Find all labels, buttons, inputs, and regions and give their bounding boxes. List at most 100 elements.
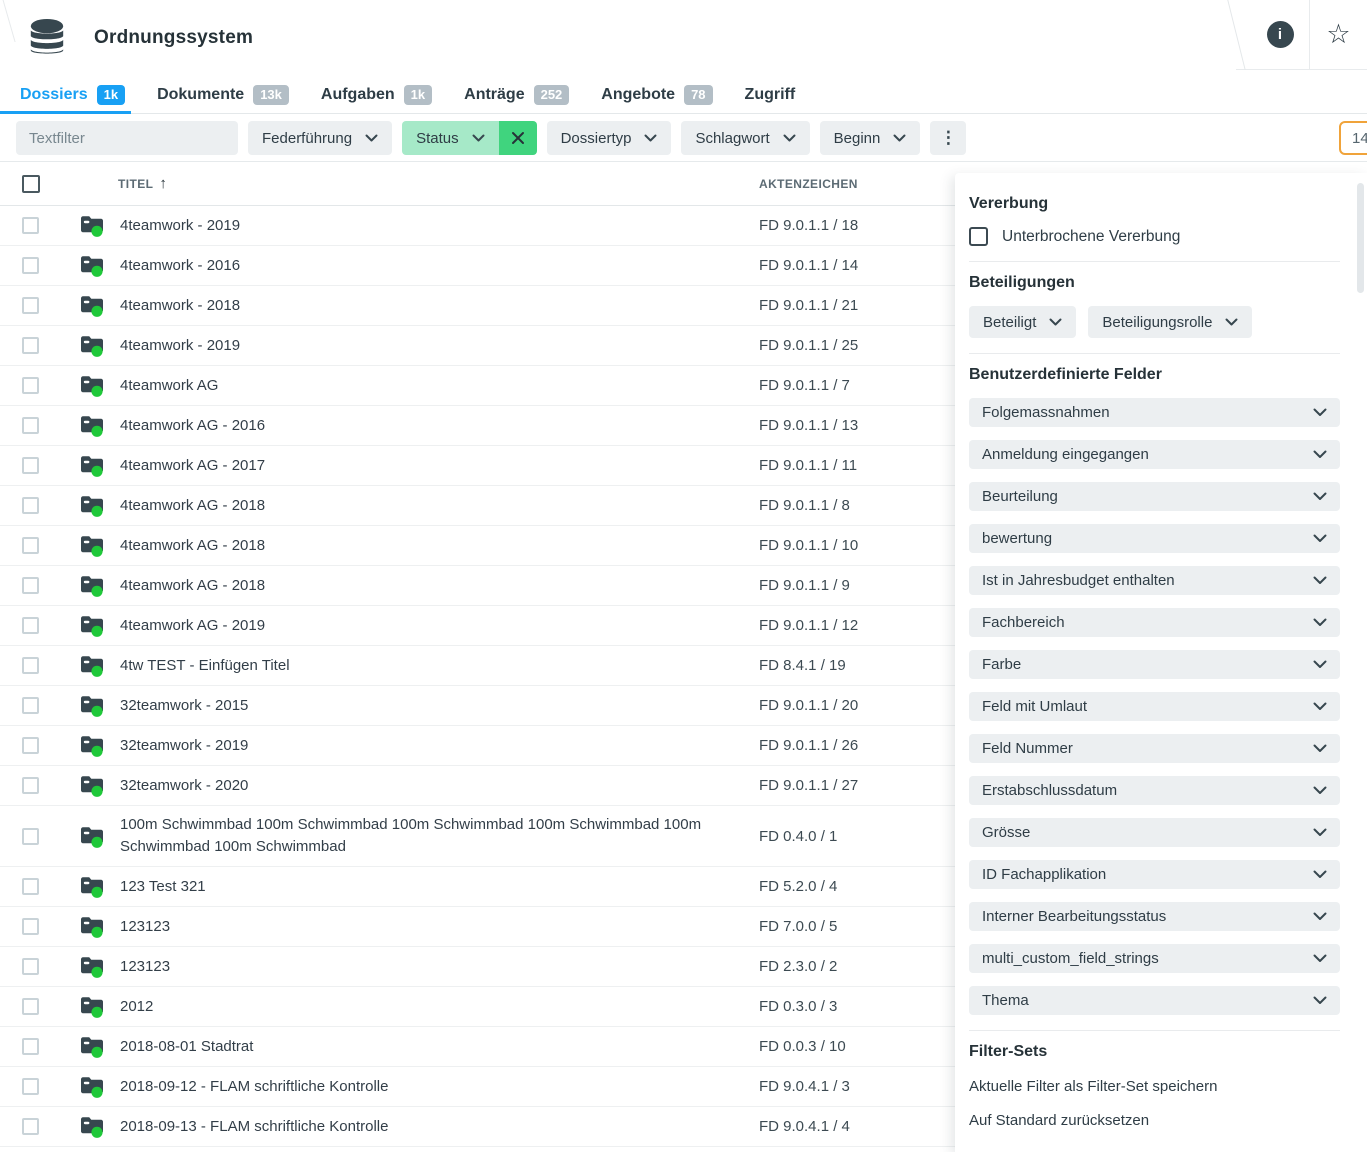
table-row[interactable]: 4teamwork AG - 2016 FD 9.0.1.1 / 13	[0, 406, 955, 446]
row-checkbox[interactable]	[22, 337, 39, 354]
unterbrochene-vererbung-option[interactable]: Unterbrochene Vererbung	[969, 227, 1340, 246]
table-row[interactable]: 123123 FD 2.3.0 / 2	[0, 947, 955, 987]
row-checkbox[interactable]	[22, 1118, 39, 1135]
row-checkbox[interactable]	[22, 657, 39, 674]
panel-scrollbar[interactable]	[1357, 183, 1364, 1142]
row-checkbox[interactable]	[22, 918, 39, 935]
dossier-title[interactable]: 2018-09-12 - FLAM schriftliche Kontrolle	[120, 1076, 759, 1098]
row-checkbox[interactable]	[22, 958, 39, 975]
dossier-title[interactable]: 2018-08-01 Stadtrat	[120, 1036, 759, 1058]
dossier-title[interactable]: 2018-09-13 - FLAM schriftliche Kontrolle	[120, 1116, 759, 1138]
custom-field-id-fachapplikation[interactable]: ID Fachapplikation	[969, 860, 1340, 889]
dossier-title[interactable]: 4teamwork AG - 2018	[120, 575, 759, 597]
dossier-title[interactable]: 123 Test 321	[120, 876, 759, 898]
dossier-title[interactable]: 4teamwork - 2016	[120, 255, 759, 277]
custom-field-fachbereich[interactable]: Fachbereich	[969, 608, 1340, 637]
row-checkbox[interactable]	[22, 737, 39, 754]
dossier-title[interactable]: 100m Schwimmbad 100m Schwimmbad 100m Sch…	[120, 814, 759, 858]
custom-field-gr-sse[interactable]: Grösse	[969, 818, 1340, 847]
table-row[interactable]: 4teamwork AG - 2017 FD 9.0.1.1 / 11	[0, 446, 955, 486]
row-checkbox[interactable]	[22, 1078, 39, 1095]
favorite-button[interactable]: ☆	[1309, 0, 1367, 69]
table-row[interactable]: 2018-09-13 - FLAM schriftliche Kontrolle…	[0, 1107, 955, 1147]
info-button[interactable]: i	[1251, 0, 1309, 69]
row-checkbox[interactable]	[22, 537, 39, 554]
custom-field-feld-mit-umlaut[interactable]: Feld mit Umlaut	[969, 692, 1340, 721]
row-checkbox[interactable]	[22, 777, 39, 794]
text-filter-input[interactable]	[16, 121, 238, 155]
filter-dropdown-status[interactable]: Status	[402, 121, 499, 155]
dossier-title[interactable]: 4teamwork - 2019	[120, 335, 759, 357]
dossier-title[interactable]: 4teamwork - 2019	[120, 215, 759, 237]
custom-field-ist-in-jahresbudget-enthalten[interactable]: Ist in Jahresbudget enthalten	[969, 566, 1340, 595]
row-checkbox[interactable]	[22, 828, 39, 845]
filter-set-action-auf-standard-zur[interactable]: Auf Standard zurücksetzen	[969, 1112, 1340, 1129]
row-checkbox[interactable]	[22, 297, 39, 314]
filter-dropdown-beginn[interactable]: Beginn	[820, 121, 921, 155]
table-row[interactable]: 4teamwork AG FD 9.0.1.1 / 7	[0, 366, 955, 406]
dossier-title[interactable]: 123123	[120, 916, 759, 938]
table-row[interactable]: 2018-09-12 - FLAM schriftliche Kontrolle…	[0, 1067, 955, 1107]
select-all-checkbox[interactable]	[22, 175, 40, 193]
row-checkbox[interactable]	[22, 217, 39, 234]
dossier-title[interactable]: 4teamwork AG - 2017	[120, 455, 759, 477]
tab-angebote[interactable]: Angebote 78	[601, 76, 712, 113]
dossier-title[interactable]: 32teamwork - 2015	[120, 695, 759, 717]
row-checkbox[interactable]	[22, 697, 39, 714]
table-row[interactable]: 4teamwork AG - 2019 FD 9.0.1.1 / 12	[0, 606, 955, 646]
table-row[interactable]: 4teamwork AG - 2018 FD 9.0.1.1 / 8	[0, 486, 955, 526]
column-header-aktenzeichen[interactable]: AKTENZEICHEN	[759, 177, 955, 191]
table-row[interactable]: 123123 FD 7.0.0 / 5	[0, 907, 955, 947]
custom-field-erstabschlussdatum[interactable]: Erstabschlussdatum	[969, 776, 1340, 805]
row-checkbox[interactable]	[22, 457, 39, 474]
table-row[interactable]: 2018-08-01 Stadtrat FD 0.0.3 / 10	[0, 1027, 955, 1067]
dossier-title[interactable]: 4teamwork AG - 2018	[120, 535, 759, 557]
custom-field-anmeldung-eingegangen[interactable]: Anmeldung eingegangen	[969, 440, 1340, 469]
scrollbar-thumb[interactable]	[1357, 183, 1364, 293]
table-row[interactable]: 4teamwork - 2019 FD 9.0.1.1 / 25	[0, 326, 955, 366]
tab-antr-ge[interactable]: Anträge 252	[464, 76, 569, 113]
dropdown-beteiligt[interactable]: Beteiligt	[969, 306, 1076, 338]
dossier-title[interactable]: 4teamwork AG - 2019	[120, 615, 759, 637]
checkbox[interactable]	[969, 227, 988, 246]
dossier-title[interactable]: 4teamwork AG - 2016	[120, 415, 759, 437]
custom-field-feld-nummer[interactable]: Feld Nummer	[969, 734, 1340, 763]
clear-status-filter-button[interactable]	[499, 121, 537, 155]
row-checkbox[interactable]	[22, 577, 39, 594]
table-row[interactable]: 4teamwork - 2016 FD 9.0.1.1 / 14	[0, 246, 955, 286]
tab-zugriff[interactable]: Zugriff	[745, 76, 796, 113]
tab-dossiers[interactable]: Dossiers 1k	[20, 76, 125, 113]
custom-field-beurteilung[interactable]: Beurteilung	[969, 482, 1340, 511]
dossier-title[interactable]: 4teamwork - 2018	[120, 295, 759, 317]
dossier-title[interactable]: 4tw TEST - Einfügen Titel	[120, 655, 759, 677]
row-checkbox[interactable]	[22, 377, 39, 394]
row-checkbox[interactable]	[22, 1038, 39, 1055]
dossier-title[interactable]: 32teamwork - 2020	[120, 775, 759, 797]
sort-ascending-icon[interactable]: ↑	[159, 175, 167, 192]
table-row[interactable]: 4tw TEST - Einfügen Titel FD 8.4.1 / 19	[0, 646, 955, 686]
dossier-title[interactable]: 2012	[120, 996, 759, 1018]
table-row[interactable]: 4teamwork - 2019 FD 9.0.1.1 / 18	[0, 206, 955, 246]
filter-dropdown-schlagwort[interactable]: Schlagwort	[681, 121, 809, 155]
row-checkbox[interactable]	[22, 998, 39, 1015]
table-row[interactable]: 32teamwork - 2019 FD 9.0.1.1 / 26	[0, 726, 955, 766]
filter-set-action-aktuelle-filter-als[interactable]: Aktuelle Filter als Filter-Set speichern	[969, 1078, 1340, 1095]
tab-dokumente[interactable]: Dokumente 13k	[157, 76, 289, 113]
custom-field-folgemassnahmen[interactable]: Folgemassnahmen	[969, 398, 1340, 427]
table-row[interactable]: 2012 FD 0.3.0 / 3	[0, 987, 955, 1027]
dropdown-beteiligungsrolle[interactable]: Beteiligungsrolle	[1088, 306, 1252, 338]
filter-dropdown-federf-hrung[interactable]: Federführung	[248, 121, 392, 155]
dossier-title[interactable]: 123123	[120, 956, 759, 978]
filter-dropdown-dossiertyp[interactable]: Dossiertyp	[547, 121, 672, 155]
table-row[interactable]: 4teamwork - 2018 FD 9.0.1.1 / 21	[0, 286, 955, 326]
table-row[interactable]: 4teamwork AG - 2018 FD 9.0.1.1 / 10	[0, 526, 955, 566]
row-checkbox[interactable]	[22, 497, 39, 514]
tab-aufgaben[interactable]: Aufgaben 1k	[321, 76, 432, 113]
dossier-title[interactable]: 4teamwork AG	[120, 375, 759, 397]
custom-field-thema[interactable]: Thema	[969, 986, 1340, 1015]
column-header-titel[interactable]: TITEL	[118, 177, 153, 191]
row-checkbox[interactable]	[22, 878, 39, 895]
table-row[interactable]: 123 Test 321 FD 5.2.0 / 4	[0, 867, 955, 907]
table-row[interactable]: 32teamwork - 2015 FD 9.0.1.1 / 20	[0, 686, 955, 726]
row-checkbox[interactable]	[22, 617, 39, 634]
